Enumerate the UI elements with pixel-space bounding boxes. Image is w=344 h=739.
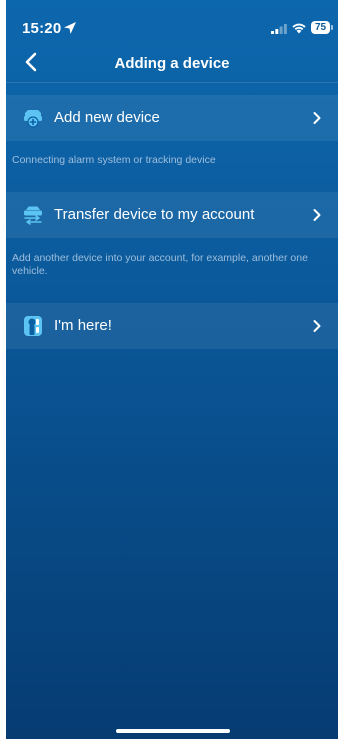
- transfer-device-label: Transfer device to my account: [54, 206, 255, 223]
- page-title: Adding a device: [114, 55, 230, 72]
- im-here-label: I'm here!: [54, 317, 112, 334]
- battery-indicator: 75: [311, 21, 333, 34]
- add-new-device-description: Connecting alarm system or tracking devi…: [12, 154, 216, 166]
- add-device-icon: [24, 110, 42, 128]
- chevron-right-icon: [313, 209, 321, 221]
- home-indicator[interactable]: [116, 729, 230, 733]
- location-arrow-icon: [64, 22, 76, 34]
- status-time: 15:20: [22, 20, 62, 37]
- chevron-right-icon: [313, 320, 321, 332]
- battery-level: 75: [311, 21, 330, 34]
- transfer-device-row[interactable]: Transfer device to my account: [6, 192, 338, 238]
- add-new-device-row[interactable]: Add new device: [6, 95, 338, 141]
- im-here-row[interactable]: I'm here!: [6, 303, 338, 349]
- transfer-device-description: Add another device into your account, fo…: [12, 252, 308, 277]
- wifi-icon: [292, 23, 306, 34]
- app-screen: 15:20 75 Adding a device Add new device …: [6, 0, 338, 739]
- keyfob-icon: [24, 316, 42, 336]
- add-new-device-label: Add new device: [54, 109, 160, 126]
- cellular-signal-icon: [271, 24, 287, 34]
- status-bar: 15:20 75: [6, 0, 338, 44]
- navigation-bar: Adding a device: [6, 44, 338, 83]
- chevron-right-icon: [313, 112, 321, 124]
- battery-tip: [331, 25, 333, 30]
- transfer-device-icon: [24, 206, 42, 225]
